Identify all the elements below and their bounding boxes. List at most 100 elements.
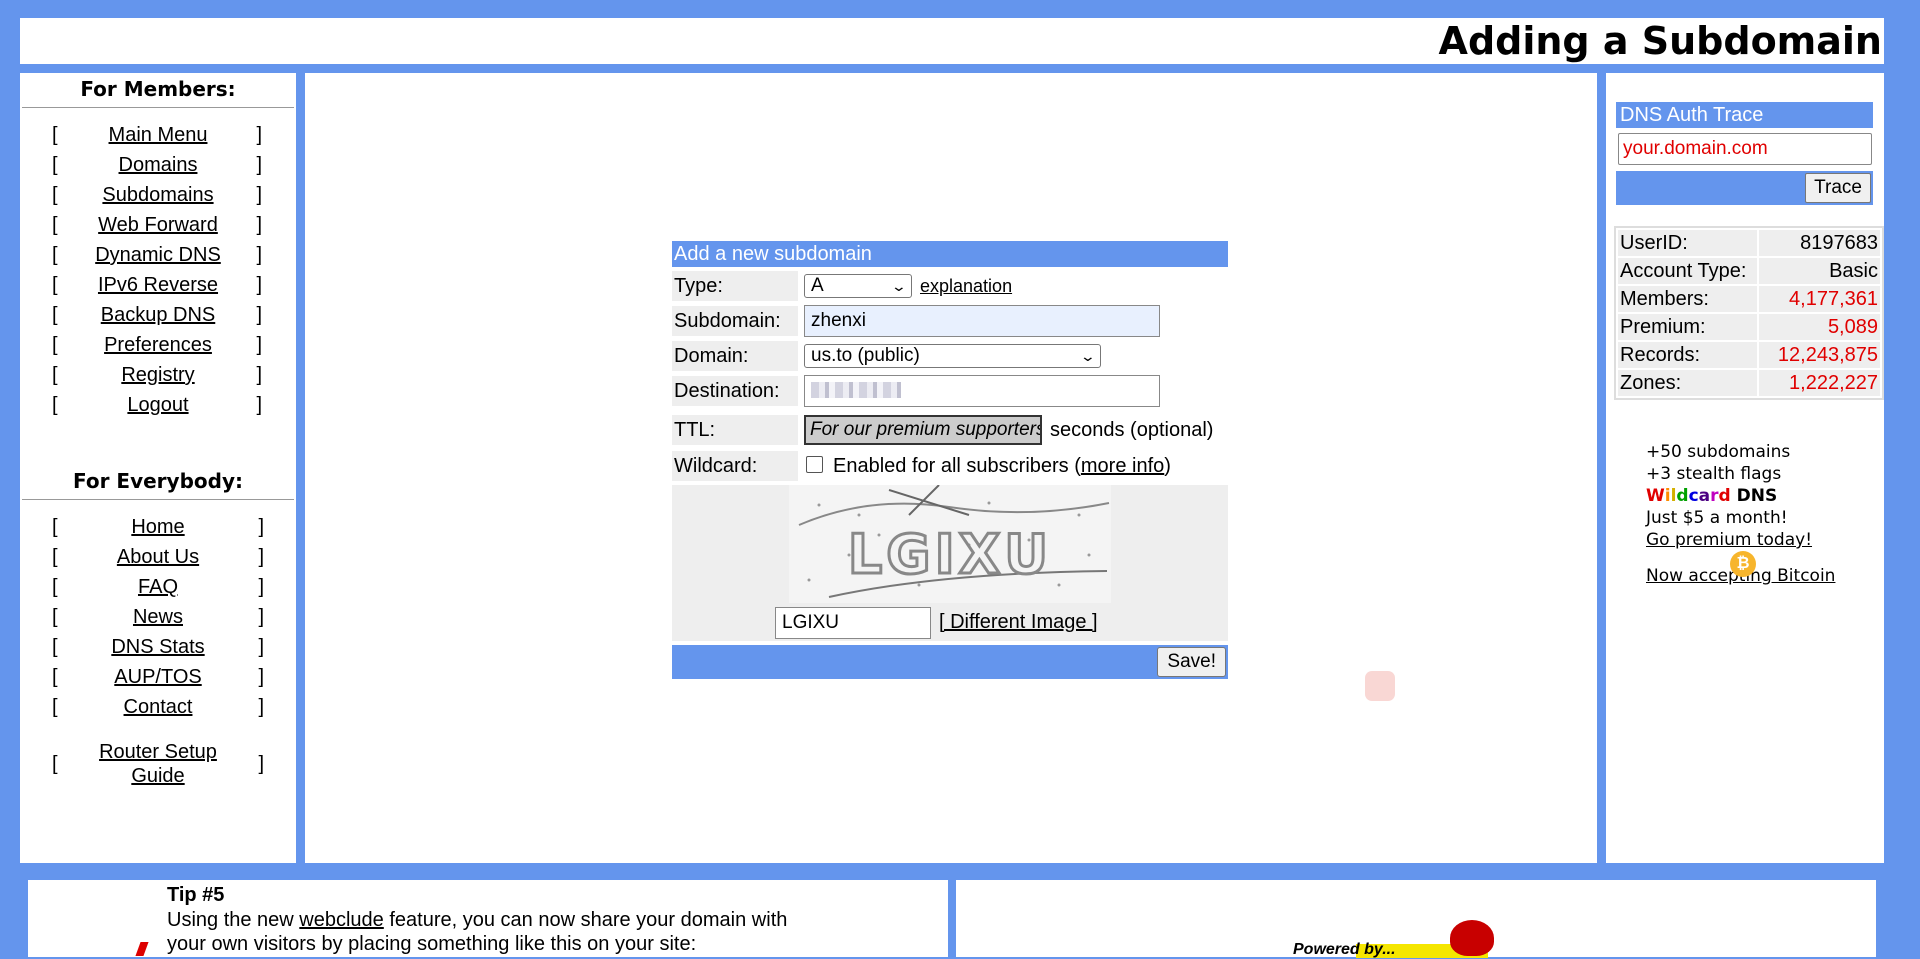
bracket-left: [ (52, 334, 58, 356)
sidebar-item-contact: [Contact] (20, 692, 296, 722)
different-image-link[interactable]: [ Different Image ] (939, 611, 1098, 634)
bracket-left: [ (52, 636, 58, 658)
stats-row: Account Type: Basic (1618, 258, 1880, 284)
sidebar-link-dns-stats[interactable]: DNS Stats (111, 636, 204, 658)
sidebar-item-dynamic-dns: [ Dynamic DNS] (20, 240, 296, 270)
trace-bar: Trace (1616, 171, 1873, 205)
header-bar: Adding a Subdomain (20, 18, 1884, 64)
bracket-left: [ (52, 214, 58, 236)
type-label: Type: (672, 271, 798, 301)
bracket-right: ] (256, 184, 262, 206)
bracket-right: ] (256, 304, 262, 326)
bracket-left: [ (52, 666, 58, 688)
everybody-heading: For Everybody: (22, 469, 294, 500)
sidebar-item-main-menu: [Main Menu] (20, 120, 296, 150)
bracket-right: ] (258, 546, 264, 568)
ttl-label: TTL: (672, 415, 798, 445)
bracket-left: [ (52, 244, 58, 266)
sidebar-link-logout[interactable]: Logout (127, 394, 188, 416)
bracket-right: ] (256, 244, 262, 266)
stat-value: 8197683 (1758, 230, 1880, 256)
stat-value: Basic (1758, 258, 1880, 284)
everybody-nav: [Home] [About Us] [FAQ] [News] [DNS Stats] [A… (20, 512, 296, 722)
trace-button[interactable]: Trace (1805, 173, 1871, 203)
sidebar-link-faq[interactable]: FAQ (138, 576, 178, 598)
wildcard-checkbox[interactable] (806, 455, 823, 473)
sidebar-link-dynamic-dns[interactable]: Dynamic DNS (95, 244, 221, 266)
sidebar-item-registry: [Registry] (20, 360, 296, 390)
wildcard-row: Wildcard: Enabled for all subscribers (m… (672, 451, 1228, 481)
wildcard-text: Enabled for all subscribers ( (833, 454, 1081, 477)
captcha-glyphs: LGIXU (848, 523, 1052, 586)
bracket-right: ] (256, 394, 262, 416)
powered-by-panel: Powered by... (956, 880, 1876, 958)
bracket-left: [ (52, 696, 58, 718)
type-select[interactable]: A ⌄ (804, 274, 912, 298)
save-bar: Save! (672, 641, 1228, 679)
destination-input[interactable] (804, 375, 1160, 407)
wildcard-letter: c (1688, 486, 1699, 506)
bracket-right: ] (256, 214, 262, 236)
stats-row: UserID: 8197683 (1618, 230, 1880, 256)
bracket-right: ] (258, 516, 264, 538)
sidebar-link-contact[interactable]: Contact (124, 696, 193, 718)
ttl-row: TTL: For our premium supporters seconds … (672, 415, 1228, 445)
sidebar-link-preferences[interactable]: Preferences (104, 334, 212, 356)
sidebar-link-home[interactable]: Home (131, 516, 184, 538)
stats-row: Premium: 5,089 (1618, 314, 1880, 340)
webclude-link[interactable]: webclude (299, 909, 384, 931)
sidebar-item-domains: [Domains] (20, 150, 296, 180)
captcha-area: LGIXU LGIXU [ Different Image ] (672, 485, 1228, 641)
sidebar-link-backup-dns[interactable]: Backup DNS (101, 304, 216, 326)
floating-search-icon[interactable] (1365, 671, 1395, 701)
stat-key: Account Type: (1618, 258, 1757, 284)
go-premium-link[interactable]: Go premium today! (1646, 530, 1812, 550)
bracket-left: [ (52, 576, 58, 598)
wildcard-rainbow-text: Wildcard (1646, 486, 1731, 506)
type-row: Type: A ⌄ explanation (672, 271, 1228, 301)
ttl-suffix: seconds (optional) (1050, 418, 1214, 441)
bracket-right: ] (256, 364, 262, 386)
save-button[interactable]: Save! (1157, 647, 1226, 677)
domain-select[interactable]: us.to (public) ⌄ (804, 344, 1101, 368)
tip-text-end: feature, you can now share your domain w… (383, 909, 788, 931)
bracket-right: ] (256, 124, 262, 146)
main-content: Add a new subdomain Type: A ⌄ explanatio… (305, 73, 1597, 863)
bracket-left: [ (52, 516, 58, 538)
stat-key: Zones: (1618, 370, 1757, 396)
bracket-left: [ (52, 274, 58, 296)
sidebar-link-registry[interactable]: Registry (121, 364, 194, 386)
captcha-input[interactable]: LGIXU (775, 607, 931, 639)
bracket-right: ] (256, 154, 262, 176)
subdomain-input[interactable]: zhenxi (804, 305, 1160, 337)
stats-row: Members: 4,177,361 (1618, 286, 1880, 312)
destination-row: Destination: (672, 375, 1228, 407)
sidebar-link-ipv6-reverse[interactable]: IPv6 Reverse (98, 274, 218, 296)
bracket-left: [ (52, 184, 58, 206)
destination-label: Destination: (672, 376, 798, 406)
sidebar-link-about-us[interactable]: About Us (117, 546, 199, 568)
sidebar-link-router-setup-guide[interactable]: Router Setup Guide (88, 738, 228, 788)
members-heading: For Members: (22, 77, 294, 108)
sidebar-item-aup-tos: [AUP/TOS] (20, 662, 296, 692)
trace-input[interactable]: your.domain.com (1618, 133, 1872, 165)
add-subdomain-form: Add a new subdomain Type: A ⌄ explanatio… (672, 241, 1228, 679)
explanation-link[interactable]: explanation (920, 276, 1012, 297)
bracket-right: ] (258, 606, 264, 628)
stat-key: Members: (1618, 286, 1757, 312)
sidebar-link-news[interactable]: News (133, 606, 183, 628)
sidebar-link-web-forward[interactable]: Web Forward (98, 214, 218, 236)
sidebar-link-aup-tos[interactable]: AUP/TOS (114, 666, 201, 688)
tip-decoration (135, 942, 149, 956)
more-info-link[interactable]: more info (1081, 455, 1164, 478)
sidebar-link-main-menu[interactable]: Main Menu (109, 124, 208, 146)
sidebar-link-domains[interactable]: Domains (119, 154, 198, 176)
ttl-input[interactable]: For our premium supporters (804, 415, 1042, 445)
right-sidebar: DNS Auth Trace your.domain.com Trace Use… (1606, 73, 1884, 863)
stat-key: Records: (1618, 342, 1757, 368)
form-title: Add a new subdomain (672, 241, 1228, 267)
domain-row: Domain: us.to (public) ⌄ (672, 341, 1228, 371)
wildcard-letter: d (1676, 486, 1689, 506)
bracket-left: [ (52, 304, 58, 326)
sidebar-link-subdomains[interactable]: Subdomains (102, 184, 213, 206)
